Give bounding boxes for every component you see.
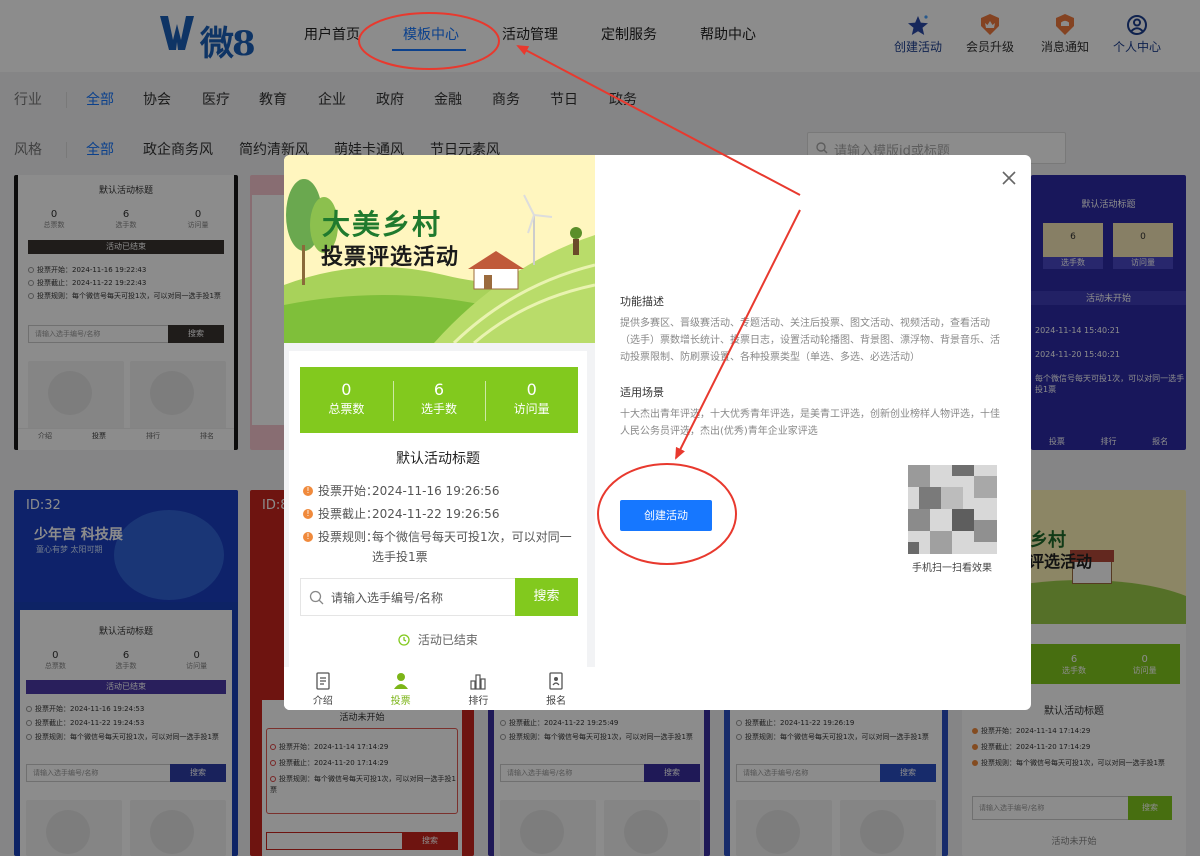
signup-icon (549, 672, 563, 690)
tab-vote[interactable]: 投票 (362, 667, 440, 710)
stat-contestants: 6 选手数 (392, 367, 486, 433)
stat-total-votes: 0 总票数 (328, 380, 365, 416)
clock-icon (398, 634, 410, 646)
features-text: 提供多赛区、晋级赛活动、专题活动、关注后投票、图文活动、视频活动，查看活动（选手… (620, 318, 1000, 363)
preview-search[interactable]: 请输入选手编号/名称 搜索 (300, 578, 578, 616)
info-dot-icon: ! (303, 486, 313, 496)
create-activity-button[interactable]: 创建活动 (620, 500, 712, 531)
scenes-text: 十大杰出青年评选，十大优秀青年评选，是美青工评选，创新创业榜样人物评选，十佳人民… (620, 409, 1000, 437)
features-title: 功能描述 (620, 295, 664, 308)
scenes-title: 适用场景 (620, 386, 664, 399)
app-root: 微8 用户首页 模板中心 活动管理 定制服务 帮助中心 创建活动 会员升级 消息… (0, 0, 1200, 856)
preview-activity-title: 默认活动标题 (396, 451, 480, 467)
tab-intro[interactable]: 介绍 (284, 667, 362, 710)
info-dot-icon: ! (303, 509, 313, 519)
close-icon[interactable] (1000, 169, 1018, 187)
vote-start-line: ! 投票开始： 2024-11-16 19:26:56 (303, 481, 583, 501)
preview-search-placeholder: 请输入选手编号/名称 (331, 591, 444, 605)
banner-title-line2: 投票评选活动 (321, 245, 460, 270)
vote-rule-line: ! 投票规则： 每个微信号每天可投1次，可以对同一选手投1票 (303, 527, 583, 567)
tab-rank[interactable]: 排行 (440, 667, 518, 710)
preview-banner: 大美乡村 投票评选活动 (284, 155, 595, 343)
banner-title-line1: 大美乡村 (322, 208, 443, 241)
info-dot-icon: ! (303, 532, 313, 542)
preview-search-button[interactable]: 搜索 (515, 578, 578, 616)
vote-end-line: ! 投票截止： 2024-11-22 19:26:56 (303, 504, 583, 524)
search-icon (309, 590, 324, 605)
qr-code-icon (908, 465, 997, 554)
phone-preview: 大美乡村 投票评选活动 0 总票数 6 选手数 0 访问量 默认活动标题 ! 投票开始… (284, 155, 595, 710)
person-icon (393, 673, 408, 689)
preview-content: 0 总票数 6 选手数 0 访问量 默认活动标题 ! 投票开始： 2024-11-16… (289, 351, 587, 671)
rank-icon (470, 674, 486, 690)
doc-icon (316, 672, 330, 690)
preview-tabbar: 介绍 投票 排行 报名 (284, 667, 595, 710)
stat-visits: 0 访问量 (485, 367, 578, 433)
preview-stats: 0 总票数 6 选手数 0 访问量 (300, 367, 578, 433)
qr-label: 手机扫一扫看效果 (912, 563, 992, 574)
tab-signup[interactable]: 报名 (517, 667, 595, 710)
activity-status: 活动已结束 (289, 631, 587, 648)
template-preview-modal: 大美乡村 投票评选活动 0 总票数 6 选手数 0 访问量 默认活动标题 ! 投票开始… (284, 155, 1031, 710)
